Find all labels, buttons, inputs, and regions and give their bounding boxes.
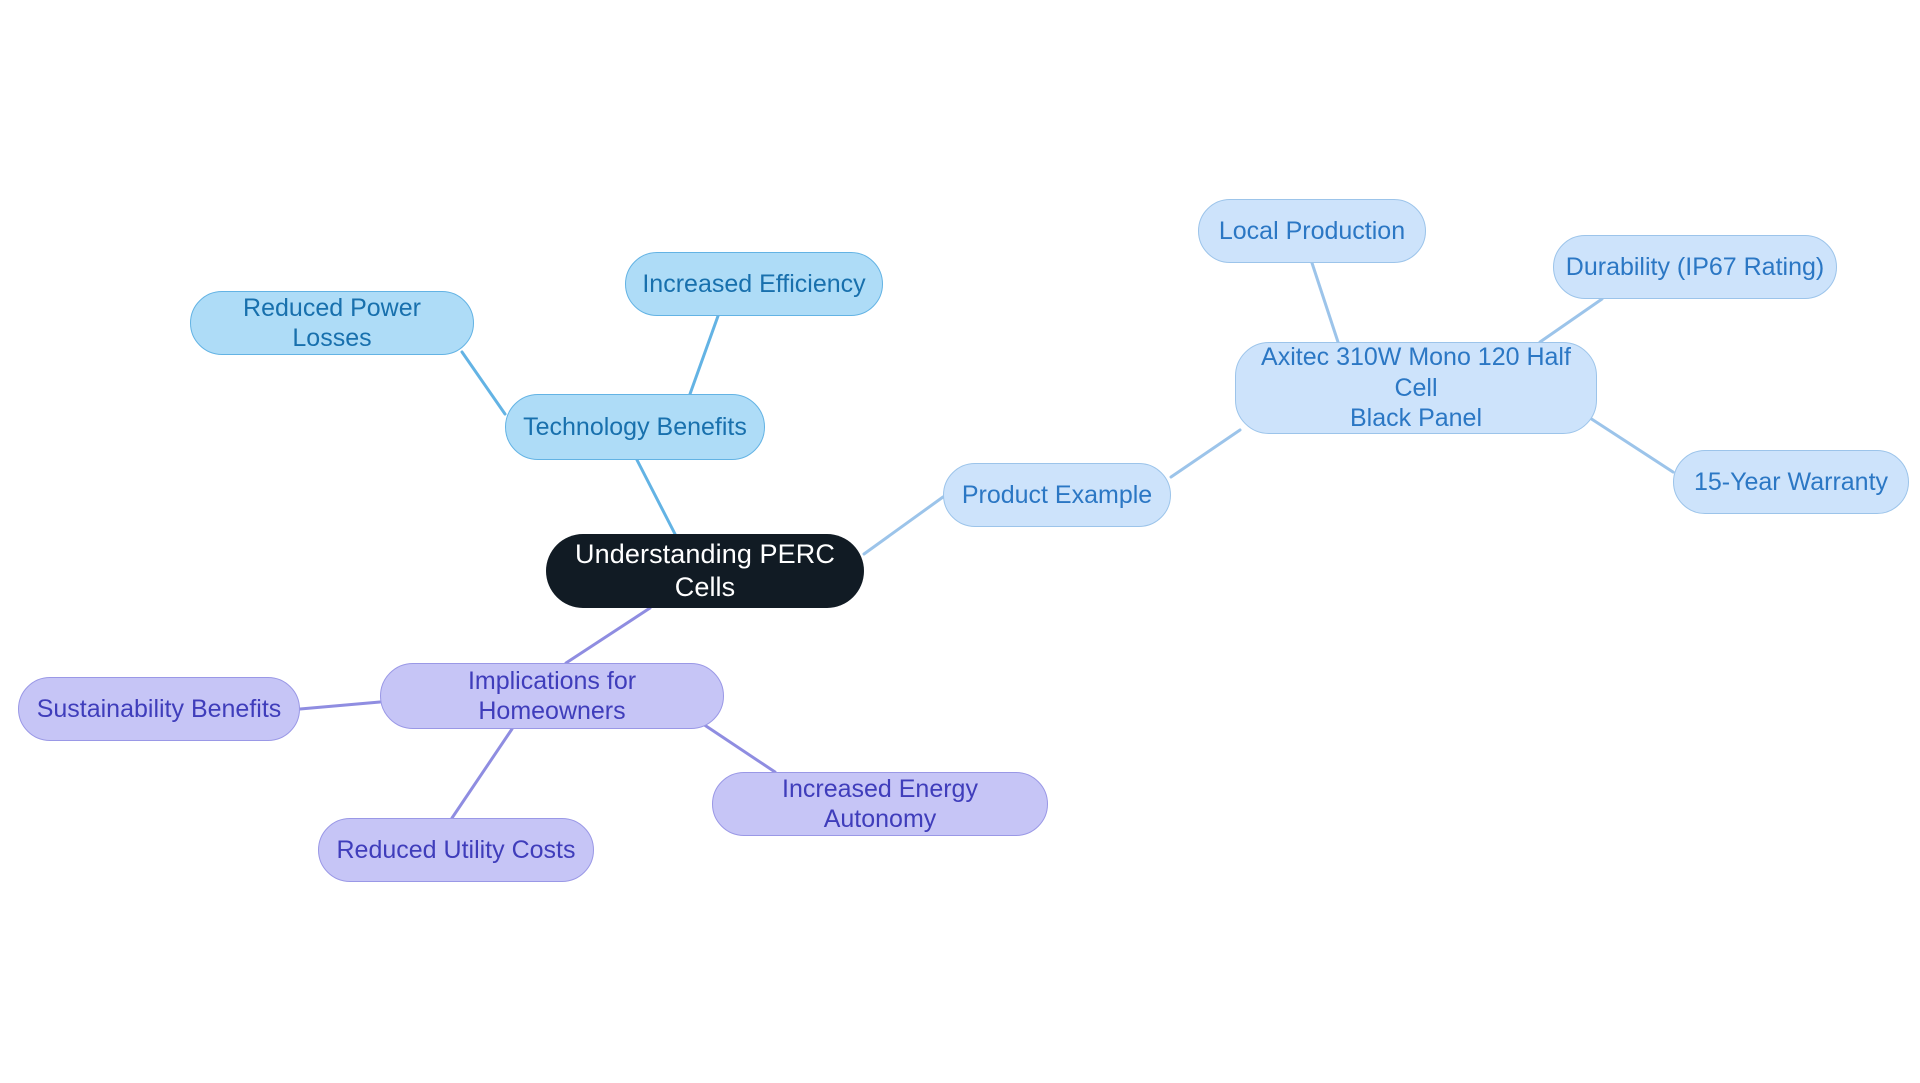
mindmap-node-label: Understanding PERC Cells <box>575 539 835 602</box>
mindmap-node-label: Reduced Power Losses <box>243 293 421 353</box>
mindmap-node-label: Implications for Homeowners <box>467 666 637 726</box>
mindmap-node-increased-efficiency[interactable]: Increased Efficiency <box>625 252 883 316</box>
mindmap-node-durability-ip67[interactable]: Durability (IP67 Rating) <box>1553 235 1837 299</box>
mindmap-node-label: Reduced Utility Costs <box>336 835 576 864</box>
mindmap-node-product-example[interactable]: Product Example <box>943 463 1171 527</box>
mindmap-node-axitec-panel[interactable]: Axitec 310W Mono 120 Half Cell Black Pan… <box>1235 342 1597 434</box>
mindmap-node-label: Axitec 310W Mono 120 Half Cell Black Pan… <box>1261 343 1571 433</box>
edge-root-technology <box>635 458 677 536</box>
mindmap-node-label: 15-Year Warranty <box>1693 467 1889 496</box>
mindmap-node-reduced-power-losses[interactable]: Reduced Power Losses <box>190 291 474 355</box>
mindmap-node-local-production[interactable]: Local Production <box>1198 199 1426 263</box>
mindmap-node-root[interactable]: Understanding PERC Cells <box>546 534 864 608</box>
edge-product-axitec <box>1169 428 1242 479</box>
mindmap-node-label: Product Example <box>961 480 1153 509</box>
mindmap-node-implications-for-homeowners[interactable]: Implications for Homeowners <box>380 663 724 729</box>
mindmap-node-label: Increased Energy Autonomy <box>782 774 978 834</box>
edge-axitec-durability <box>1538 297 1604 344</box>
mindmap-node-sustainability-benefits[interactable]: Sustainability Benefits <box>18 677 300 741</box>
mindmap-node-label: Local Production <box>1218 216 1406 245</box>
mindmap-node-15-year-warranty[interactable]: 15-Year Warranty <box>1673 450 1909 514</box>
mindmap-node-label: Technology Benefits <box>523 412 747 441</box>
edge-root-product <box>862 495 945 556</box>
edge-layer <box>298 261 1675 820</box>
edge-implications-utility <box>450 727 514 820</box>
edge-implications-autonomy <box>698 720 777 774</box>
mindmap-node-technology-benefits[interactable]: Technology Benefits <box>505 394 765 460</box>
edge-technology-reduced-power <box>460 350 507 416</box>
mindmap-node-label: Sustainability Benefits <box>36 694 282 723</box>
mindmap-node-label: Increased Efficiency <box>642 269 866 298</box>
mindmap-node-label: Durability (IP67 Rating) <box>1565 252 1825 281</box>
mindmap-node-increased-energy-autonomy[interactable]: Increased Energy Autonomy <box>712 772 1048 836</box>
edge-implications-sustainability <box>298 700 382 711</box>
mindmap-node-reduced-utility-costs[interactable]: Reduced Utility Costs <box>318 818 594 882</box>
edge-technology-efficiency <box>688 314 720 396</box>
mind-map-canvas: Understanding PERC Cells Technology Benef… <box>0 0 1920 1083</box>
edge-axitec-local <box>1310 261 1340 344</box>
edge-root-implications <box>564 606 652 665</box>
edge-axitec-warranty <box>1588 416 1675 474</box>
